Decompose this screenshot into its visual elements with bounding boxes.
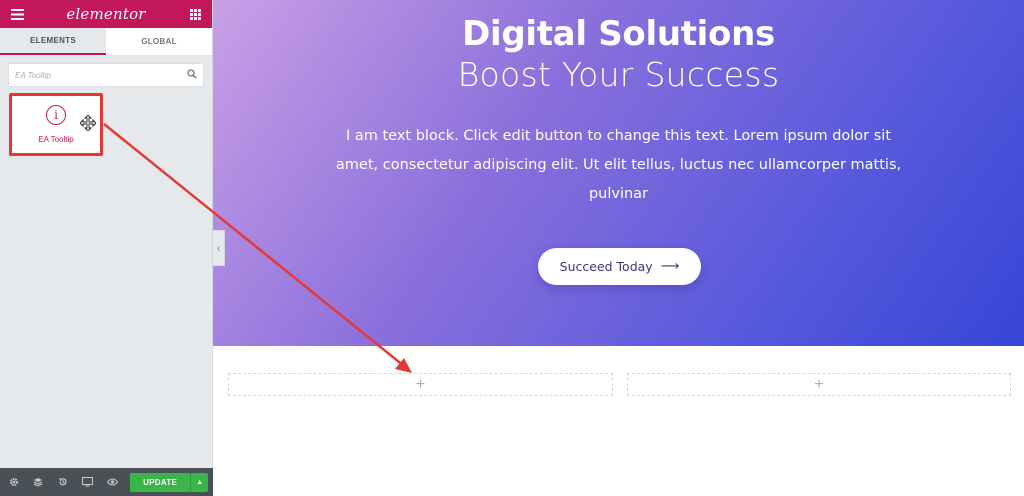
history-icon[interactable] (54, 473, 72, 491)
tab-elements[interactable]: ELEMENTS (0, 28, 106, 55)
responsive-icon[interactable] (79, 473, 97, 491)
hamburger-menu-icon[interactable] (9, 6, 25, 22)
editor-panel: elementor ELEMENTS GLOBAL i EA Tooltip (0, 0, 213, 496)
cta-label: Succeed Today (559, 259, 653, 274)
move-cursor-icon (79, 114, 97, 132)
plus-icon: + (415, 375, 426, 393)
panel-header: elementor (0, 0, 212, 28)
plus-icon: + (814, 375, 824, 393)
widget-search (8, 63, 204, 87)
hero-subtitle: Boost Your Success (457, 55, 780, 94)
arrow-right-icon: ⟶ (660, 259, 680, 274)
elementor-logo: elementor (66, 5, 146, 23)
app: elementor ELEMENTS GLOBAL i EA Tooltip (0, 0, 1024, 496)
info-circle-icon: i (46, 105, 66, 125)
tab-global[interactable]: GLOBAL (106, 28, 212, 55)
widget-search-input[interactable] (15, 70, 187, 80)
hero-title: Digital Solutions (462, 14, 775, 54)
eye-icon[interactable] (103, 473, 121, 491)
hero-text-block: I am text block. Click edit button to ch… (335, 128, 902, 202)
succeed-today-button[interactable]: Succeed Today ⟶ (538, 248, 701, 285)
widgets-grid-icon[interactable] (187, 6, 203, 22)
caret-up-icon[interactable]: ▲ (190, 472, 209, 492)
update-button[interactable]: UPDATE (129, 472, 191, 492)
panel-footer: UPDATE ▲ (0, 468, 213, 496)
empty-column-add[interactable]: + (627, 373, 1011, 396)
gear-icon[interactable] (5, 473, 23, 491)
hero-section[interactable]: Digital Solutions Boost Your Success I a… (213, 0, 1024, 346)
panel-collapse-handle[interactable]: ‹ (213, 230, 225, 266)
layers-icon[interactable] (30, 473, 48, 491)
preview-canvas: Digital Solutions Boost Your Success I a… (213, 0, 1024, 496)
search-icon[interactable] (187, 66, 197, 84)
empty-column-add[interactable]: + (228, 373, 613, 396)
widget-label: EA Tooltip (38, 135, 74, 144)
chevron-left-icon: ‹ (216, 242, 221, 254)
panel-tabs: ELEMENTS GLOBAL (0, 28, 212, 55)
